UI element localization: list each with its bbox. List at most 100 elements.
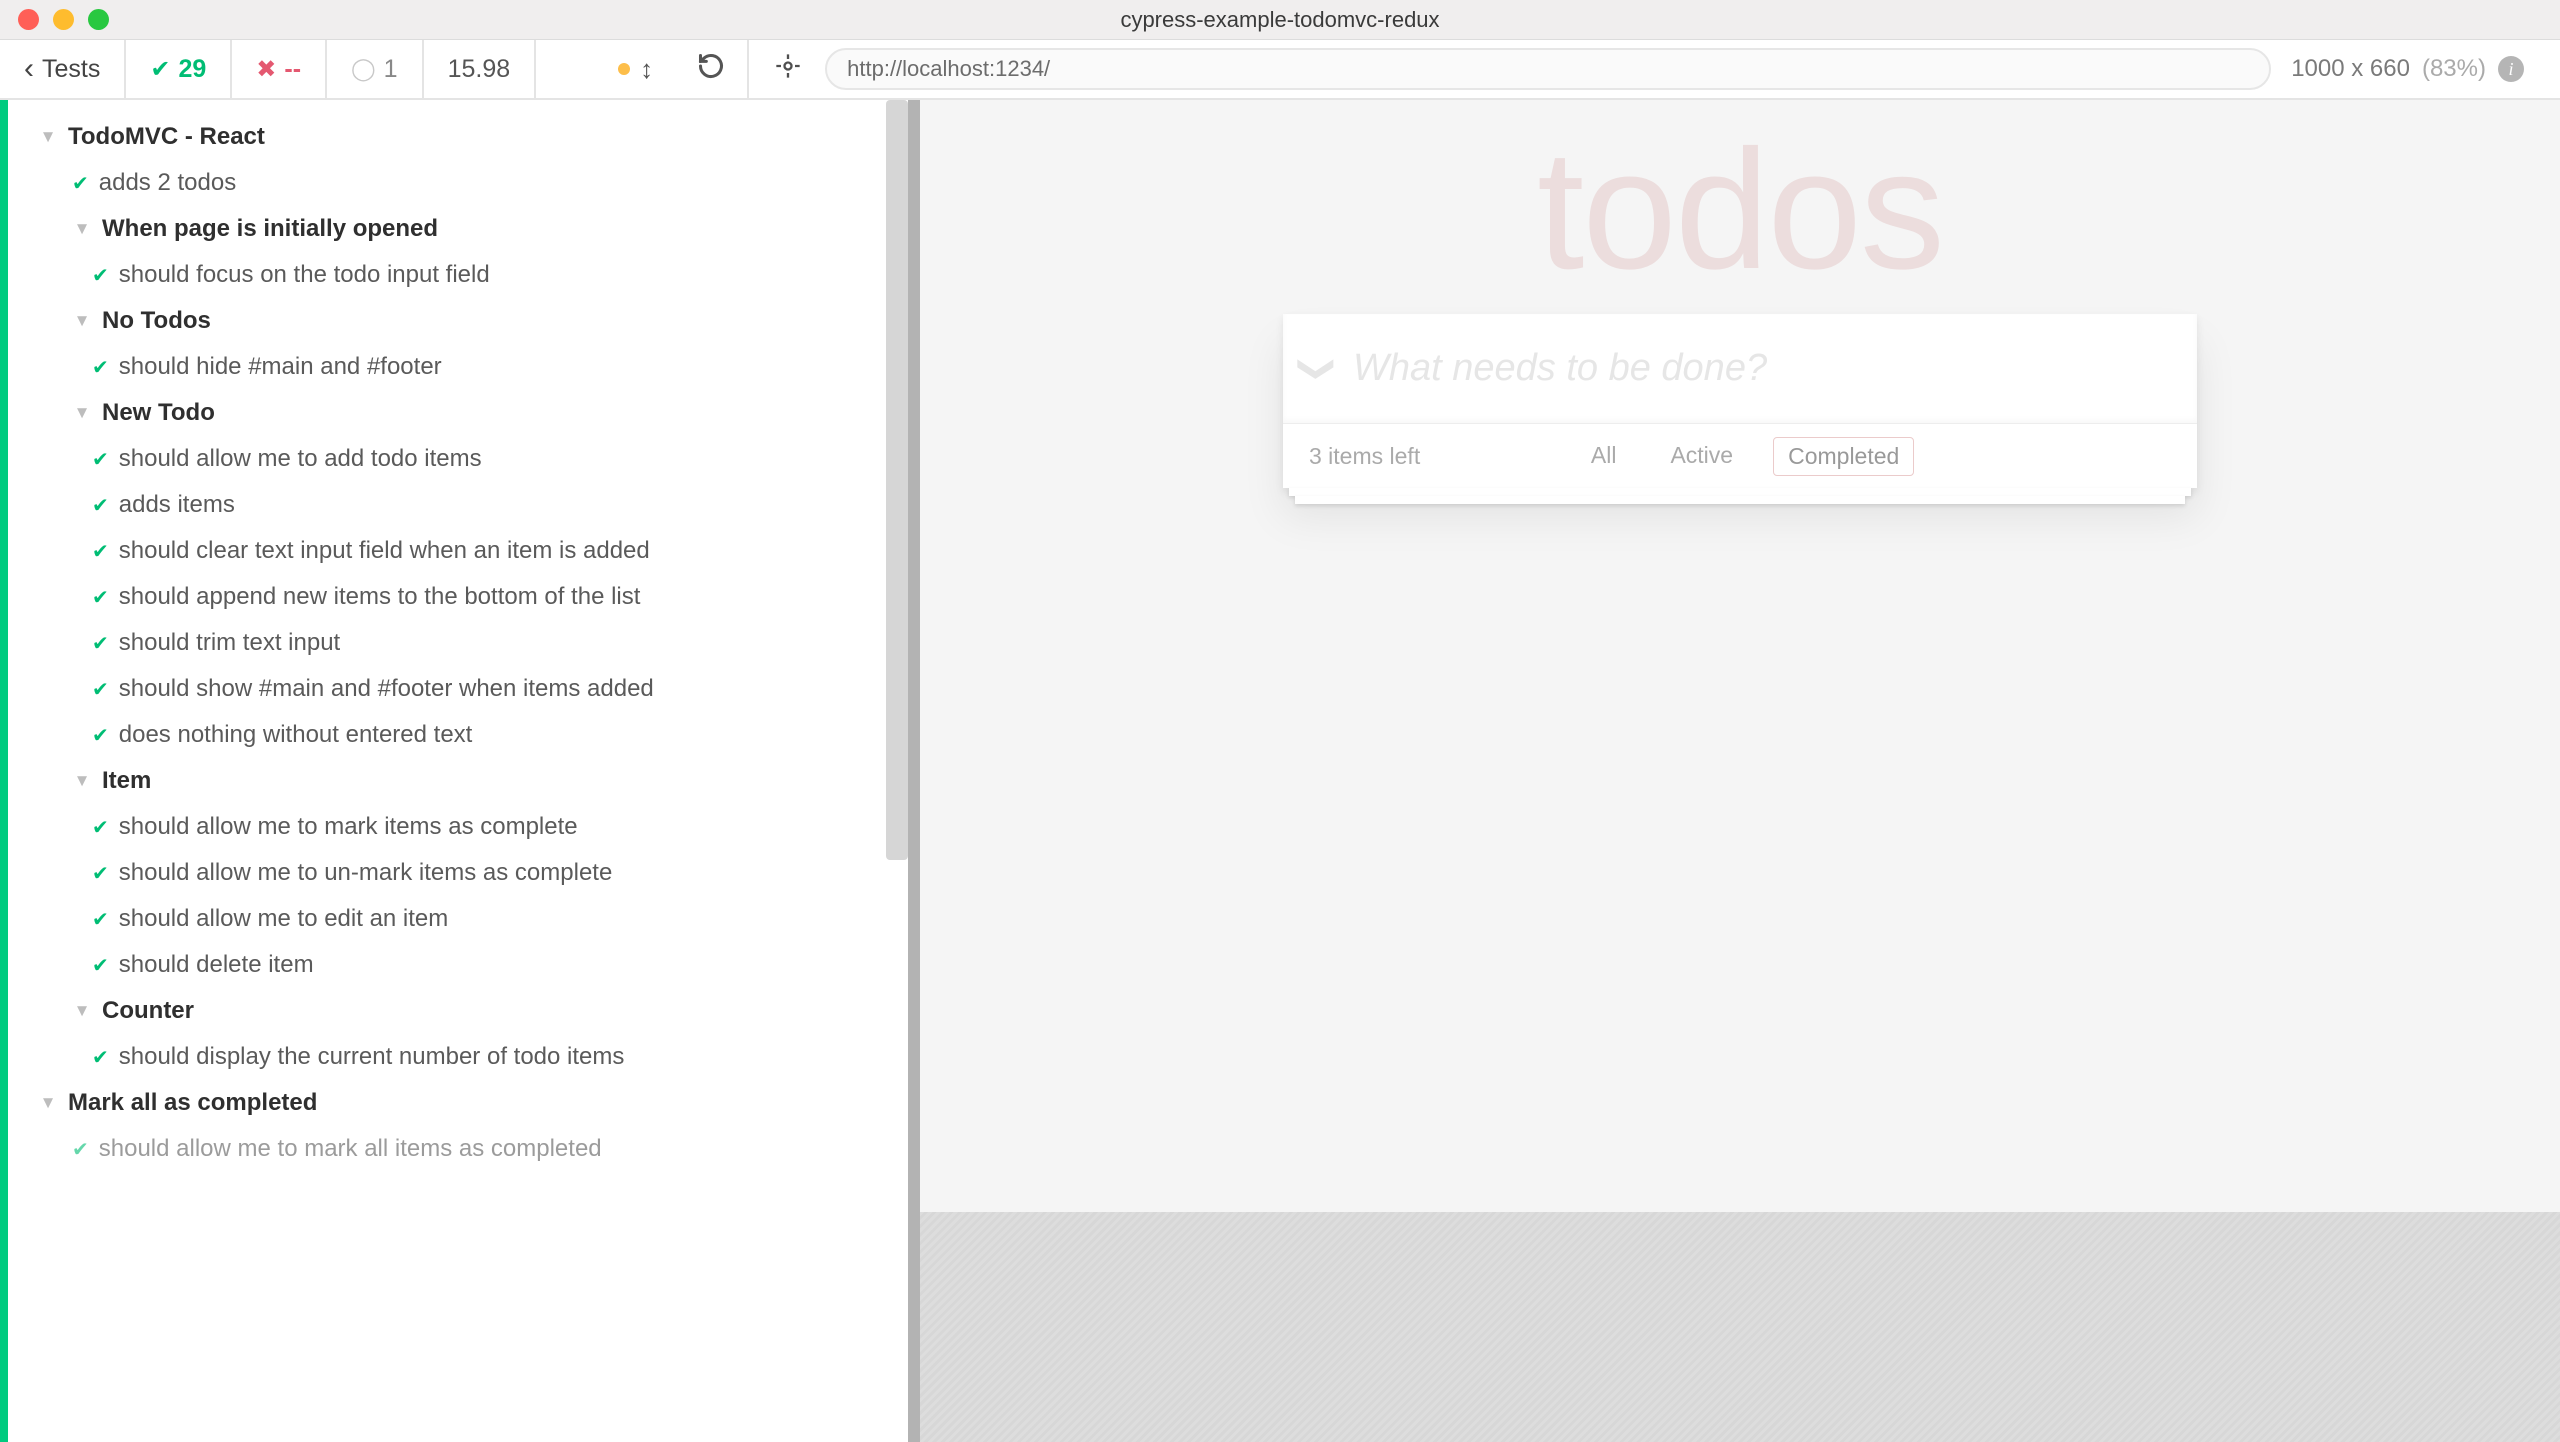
test-reporter: ▼ TodoMVC - React ✔adds 2 todos ▼ When page … — [0, 100, 908, 1442]
chevron-down-icon: ▼ — [72, 219, 92, 239]
stat-duration: 15.98 — [424, 40, 537, 98]
test-title: does nothing without entered text — [119, 721, 473, 749]
check-icon: ✔ — [150, 55, 170, 84]
test-does-nothing-without-entered-text[interactable]: ✔ does nothing without entered text — [0, 712, 908, 758]
describe-title: No Todos — [102, 307, 211, 335]
describe-title: Item — [102, 767, 151, 795]
test-adds-2-todos[interactable]: ✔adds 2 todos — [0, 160, 908, 206]
auto-scroll-toggle[interactable]: ↕ — [596, 54, 675, 85]
scrollbar-thumb[interactable] — [886, 100, 908, 860]
new-todo-input[interactable]: What needs to be done? — [1353, 347, 2197, 390]
traffic-lights — [0, 9, 109, 30]
test-should-trim-text-input[interactable]: ✔should trim text input — [0, 620, 908, 666]
x-icon: ✖ — [256, 55, 276, 84]
test-should-clear-text-input-field-when-an-item-is-added[interactable]: ✔should clear text input field when an i… — [0, 528, 908, 574]
selector-playground-button[interactable] — [771, 52, 805, 86]
test-should-display-the-current-number-of-todo-items[interactable]: ✔ should display the current number of to… — [0, 1034, 908, 1080]
filter-active[interactable]: Active — [1656, 437, 1747, 476]
viewport-scale: (83%) — [2422, 55, 2486, 83]
check-icon: ✔ — [92, 447, 109, 472]
describe-counter[interactable]: ▼ Counter — [0, 988, 908, 1034]
check-icon: ✔ — [92, 1045, 109, 1070]
test-should-show-main-and-footer-when-items-added[interactable]: ✔should show #main and #footer when item… — [0, 666, 908, 712]
test-title: should allow me to mark items as complet… — [119, 813, 578, 841]
test-should-allow-me-to-edit-an-item[interactable]: ✔should allow me to edit an item — [0, 896, 908, 942]
stat-passed: ✔ 29 — [126, 40, 232, 98]
describe-todomvc-react[interactable]: ▼ TodoMVC - React — [0, 114, 908, 160]
test-should-allow-me-to-add-todo-items[interactable]: ✔should allow me to add todo items — [0, 436, 908, 482]
failed-count: -- — [284, 55, 301, 84]
check-icon: ✔ — [92, 861, 109, 886]
aut-overflow-area — [920, 1212, 2560, 1442]
check-icon: ✔ — [92, 493, 109, 518]
test-title: should allow me to un-mark items as comp… — [119, 859, 613, 887]
pane-resizer[interactable] — [908, 100, 920, 1442]
arrows-vertical-icon: ↕ — [640, 54, 653, 85]
test-title: adds items — [119, 491, 235, 519]
viewport-info[interactable]: 1000 x 660 (83%) i — [2291, 55, 2538, 83]
back-to-tests-button[interactable]: ‹ Tests — [0, 40, 126, 98]
zoom-window-button[interactable] — [88, 9, 109, 30]
describe-mark-all-as-completed[interactable]: ▼ Mark all as completed — [0, 1080, 908, 1126]
check-icon: ✔ — [92, 907, 109, 932]
duration-value: 15.98 — [448, 55, 511, 84]
url-display[interactable]: http://localhost:1234/ — [825, 48, 2271, 90]
rerun-button[interactable] — [675, 52, 747, 87]
describe-title: Mark all as completed — [68, 1089, 317, 1117]
url-text: http://localhost:1234/ — [847, 56, 1050, 82]
describe-title: New Todo — [102, 399, 215, 427]
test-should-hide-main-and-footer[interactable]: ✔should hide #main and #footer — [0, 344, 908, 390]
check-icon: ✔ — [92, 585, 109, 610]
check-icon: ✔ — [92, 815, 109, 840]
passed-count: 29 — [178, 55, 206, 84]
chevron-down-icon: ▼ — [72, 311, 92, 331]
chevron-left-icon: ‹ — [24, 54, 34, 84]
todoapp-heading: todos — [920, 112, 2560, 308]
describe-title: TodoMVC - React — [68, 123, 265, 151]
stat-failed: ✖ -- — [232, 40, 327, 98]
filter-group: All Active Completed — [1420, 437, 2071, 476]
test-adds-items[interactable]: ✔ adds items — [0, 482, 908, 528]
test-should-allow-me-to-un-mark-items-as-complete[interactable]: ✔ should allow me to un-mark items as com… — [0, 850, 908, 896]
test-should-append-new-items-to-the-bottom-of-the-list[interactable]: ✔ should append new items to the bottom o… — [0, 574, 908, 620]
chevron-down-icon: ▼ — [38, 1093, 58, 1113]
check-icon: ✔ — [92, 631, 109, 656]
todoapp: ❯ What needs to be done? 3 items left Al… — [1283, 314, 2197, 488]
check-icon: ✔ — [72, 171, 89, 196]
aut-viewport: todos ❯ What needs to be done? 3 items l… — [920, 100, 2560, 1188]
window-titlebar: cypress-example-todomvc-redux — [0, 0, 2560, 40]
test-should-focus-on-the-todo-input-field[interactable]: ✔should focus on the todo input field — [0, 252, 908, 298]
test-title: should allow me to mark all items as com… — [99, 1135, 602, 1163]
minimize-window-button[interactable] — [53, 9, 74, 30]
test-title: should focus on the todo input field — [119, 261, 490, 289]
describe-when-page-is-initially-opened[interactable]: ▼ When page is initially opened — [0, 206, 908, 252]
check-icon: ✔ — [92, 723, 109, 748]
check-icon: ✔ — [72, 1137, 89, 1162]
test-title: should clear text input field when an it… — [119, 537, 650, 565]
viewport-dimensions: 1000 x 660 — [2291, 55, 2410, 83]
toggle-all-button[interactable]: ❯ — [1283, 348, 1353, 390]
test-should-delete-item[interactable]: ✔should delete item — [0, 942, 908, 988]
test-title: should delete item — [119, 951, 314, 979]
chevron-down-icon: ▼ — [72, 403, 92, 423]
describe-new-todo[interactable]: ▼ New Todo — [0, 390, 908, 436]
chevron-down-icon: ▼ — [38, 127, 58, 147]
pending-count: 1 — [384, 55, 398, 84]
describe-item[interactable]: ▼Item — [0, 758, 908, 804]
describe-title: Counter — [102, 997, 194, 1025]
filter-all[interactable]: All — [1577, 437, 1631, 476]
items-left-count: 3 items left — [1309, 443, 1420, 470]
reporter-pass-bar — [0, 100, 8, 1442]
describe-title: When page is initially opened — [102, 215, 438, 243]
test-should-allow-me-to-mark-items-as-complete[interactable]: ✔ should allow me to mark items as comple… — [0, 804, 908, 850]
back-label: Tests — [42, 55, 100, 84]
test-title: should append new items to the bottom of… — [119, 583, 641, 611]
test-title: should display the current number of tod… — [119, 1043, 625, 1071]
filter-completed[interactable]: Completed — [1773, 437, 1914, 476]
info-icon: i — [2498, 56, 2524, 82]
describe-no-todos[interactable]: ▼ No Todos — [0, 298, 908, 344]
test-should-allow-me-to-mark-all-items-as-completed[interactable]: ✔ should allow me to mark all items as co… — [0, 1126, 908, 1172]
close-window-button[interactable] — [18, 9, 39, 30]
refresh-icon — [697, 52, 725, 87]
chevron-down-icon: ▼ — [72, 1001, 92, 1021]
